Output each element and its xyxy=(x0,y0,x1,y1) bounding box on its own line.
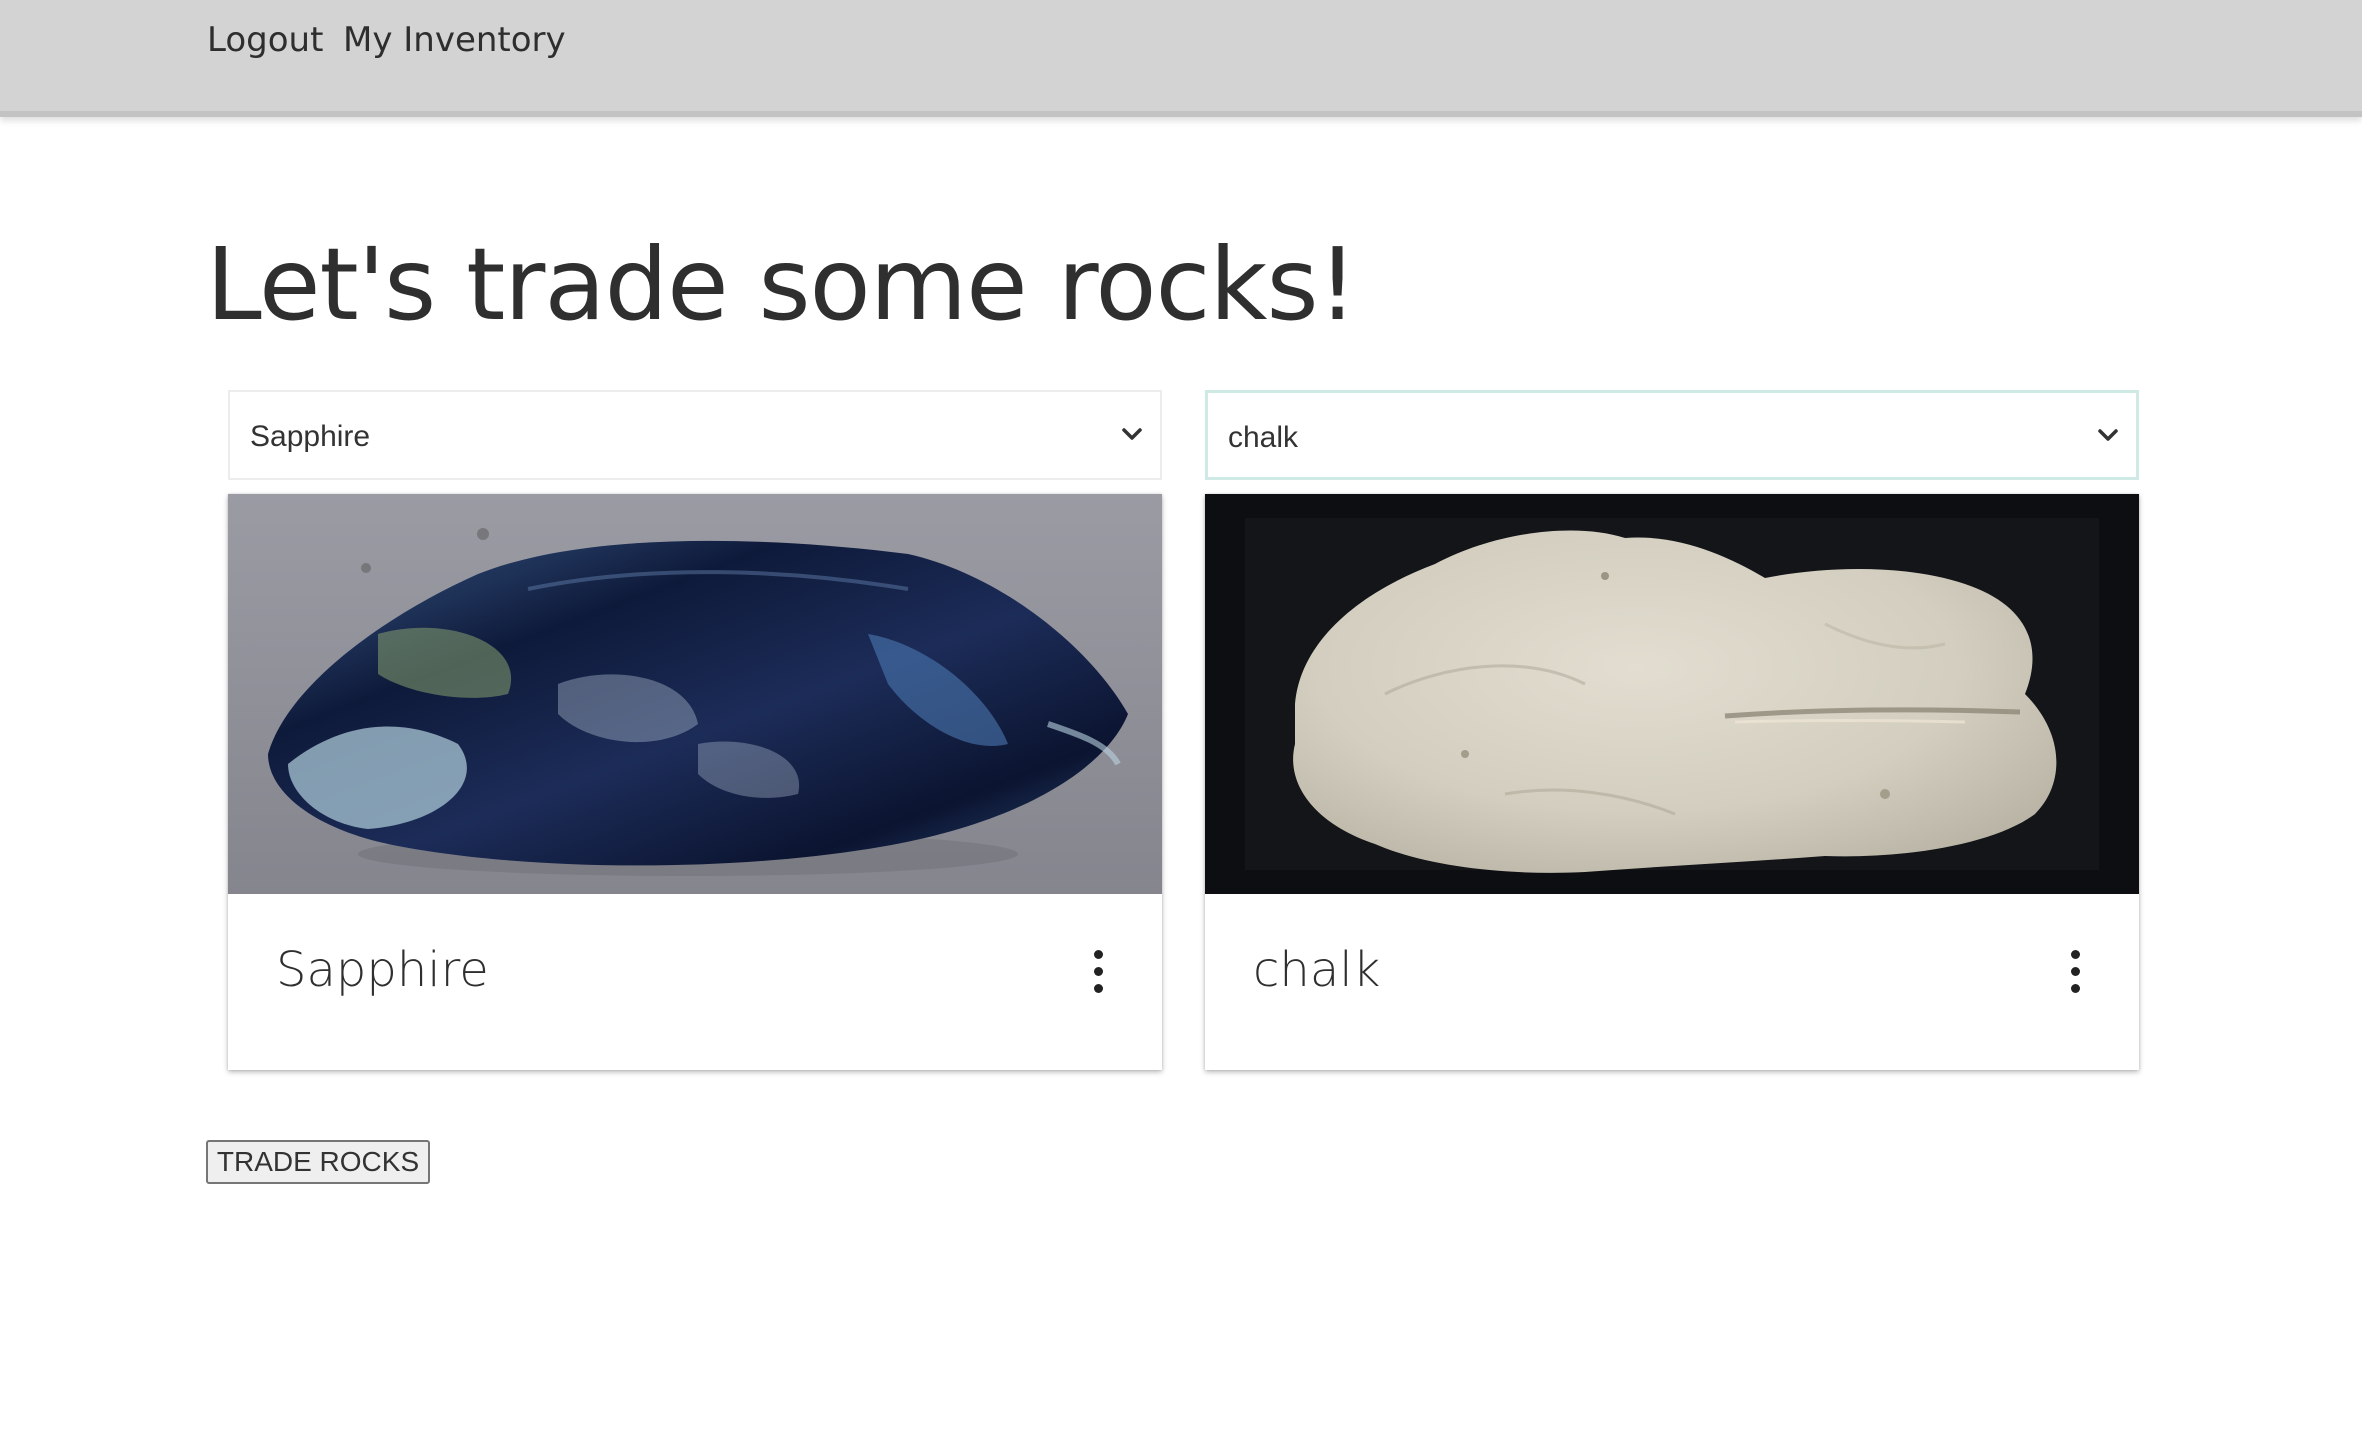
my-rock-card: Sapphire xyxy=(228,494,1162,1070)
chevron-down-icon xyxy=(1122,428,1142,440)
chevron-down-icon xyxy=(2098,429,2118,441)
trade-rocks-button[interactable]: TRADE ROCKS xyxy=(206,1140,430,1184)
chalk-rock-photo xyxy=(1205,494,2139,894)
top-navbar: Logout My Inventory xyxy=(0,0,2362,117)
page-title: Let's trade some rocks! xyxy=(206,226,1358,343)
sapphire-rock-photo xyxy=(228,494,1162,894)
their-rock-card: chalk xyxy=(1205,494,2139,1070)
their-rock-select[interactable]: chalk xyxy=(1205,390,2139,480)
more-vert-icon[interactable] xyxy=(2063,950,2087,1002)
their-rock-card-title: chalk xyxy=(1253,942,1381,998)
my-rock-select-value: Sapphire xyxy=(250,420,371,453)
my-inventory-link[interactable]: My Inventory xyxy=(343,20,566,60)
more-vert-icon[interactable] xyxy=(1086,950,1110,1002)
my-rock-select[interactable]: Sapphire xyxy=(228,390,1162,480)
logout-link[interactable]: Logout xyxy=(207,20,323,60)
my-rock-card-title: Sapphire xyxy=(276,942,489,998)
their-rock-select-value: chalk xyxy=(1228,421,1299,454)
